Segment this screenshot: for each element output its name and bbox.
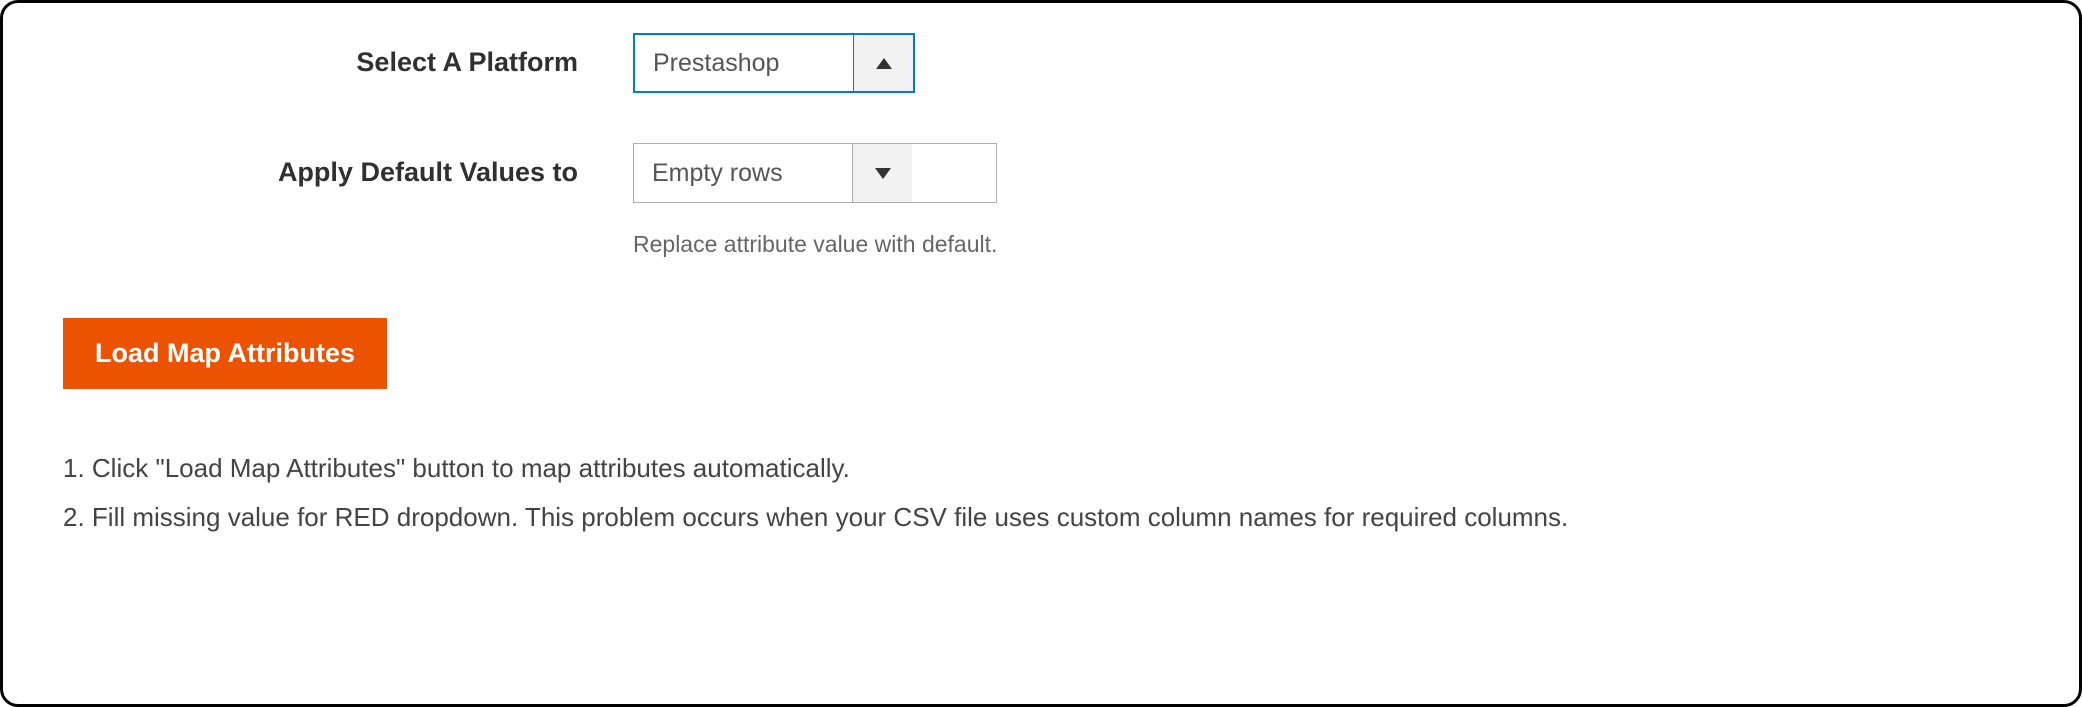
defaults-select[interactable]: Empty rows — [633, 143, 997, 203]
instructions-list: 1. Click "Load Map Attributes" button to… — [63, 444, 2019, 543]
defaults-select-value: Empty rows — [634, 144, 852, 202]
defaults-select-arrow[interactable] — [852, 144, 912, 202]
platform-row: Select A Platform Prestashop — [63, 33, 2019, 93]
defaults-label: Apply Default Values to — [63, 143, 633, 188]
instruction-line-1: 1. Click "Load Map Attributes" button to… — [63, 444, 2019, 493]
defaults-control: Empty rows Replace attribute value with … — [633, 143, 997, 258]
defaults-help-text: Replace attribute value with default. — [633, 231, 997, 258]
chevron-up-icon — [876, 58, 892, 69]
platform-label: Select A Platform — [63, 33, 633, 78]
load-map-attributes-button[interactable]: Load Map Attributes — [63, 318, 387, 389]
instruction-line-2: 2. Fill missing value for RED dropdown. … — [63, 493, 2019, 542]
defaults-row: Apply Default Values to Empty rows Repla… — [63, 143, 2019, 258]
platform-select-value: Prestashop — [635, 35, 853, 91]
platform-select[interactable]: Prestashop — [633, 33, 915, 93]
chevron-down-icon — [875, 168, 891, 179]
form-panel: Select A Platform Prestashop Apply Defau… — [0, 0, 2082, 707]
platform-control: Prestashop — [633, 33, 915, 93]
platform-select-arrow[interactable] — [853, 35, 913, 91]
